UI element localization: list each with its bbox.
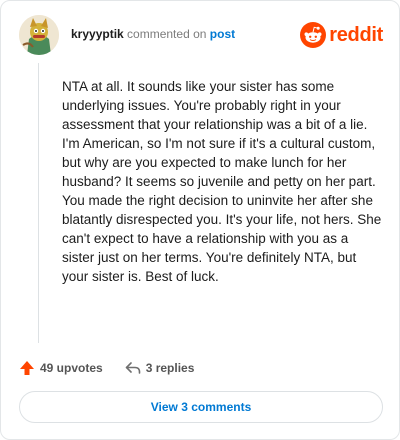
arrow-up-icon bbox=[20, 361, 34, 375]
comment-header: kryyyptik commented on post reddit bbox=[19, 15, 383, 55]
comment-stats: 49 upvotes 3 replies bbox=[19, 357, 194, 379]
thread-line bbox=[38, 63, 39, 343]
replies-stat[interactable]: 3 replies bbox=[125, 360, 195, 376]
upvotes-count: 49 upvotes bbox=[40, 361, 103, 375]
brand-wordmark: reddit bbox=[329, 23, 383, 46]
action-text: commented on bbox=[127, 27, 207, 41]
reddit-snoo-icon bbox=[300, 22, 327, 48]
replies-count: 3 replies bbox=[145, 361, 195, 375]
author-name[interactable]: kryyyptik bbox=[71, 27, 124, 41]
view-comments-button[interactable]: View 3 comments bbox=[19, 391, 383, 423]
comment-card: kryyyptik commented on post reddit NTA a… bbox=[0, 0, 400, 440]
reply-arrow-icon bbox=[125, 362, 141, 374]
post-link[interactable]: post bbox=[210, 27, 235, 41]
avatar[interactable] bbox=[19, 15, 59, 55]
upvotes-stat[interactable]: 49 upvotes bbox=[19, 360, 103, 376]
author-line: kryyyptik commented on post bbox=[71, 27, 235, 41]
avatar-image-icon bbox=[19, 15, 59, 55]
reddit-logo[interactable]: reddit bbox=[300, 20, 383, 50]
comment-body: NTA at all. It sounds like your sister h… bbox=[62, 79, 382, 284]
